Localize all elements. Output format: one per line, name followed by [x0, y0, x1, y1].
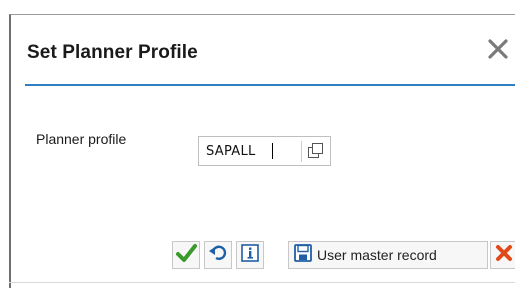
field-separator: [301, 141, 302, 162]
check-icon: [175, 242, 197, 269]
info-button[interactable]: [236, 241, 264, 269]
bottom-divider: [9, 282, 515, 283]
close-icon[interactable]: [485, 36, 511, 62]
continue-button[interactable]: [172, 241, 200, 269]
undo-button[interactable]: [204, 241, 232, 269]
dialog-title-bar: Set Planner Profile: [11, 15, 515, 85]
title-divider: [25, 84, 515, 86]
user-master-record-label: User master record: [317, 247, 437, 263]
set-planner-profile-dialog: Set Planner Profile Planner profile SAPA…: [9, 14, 515, 288]
cancel-icon: [495, 244, 513, 267]
text-cursor: [272, 143, 273, 159]
value-help-icon[interactable]: [306, 141, 326, 161]
dialog-title: Set Planner Profile: [27, 42, 198, 63]
planner-profile-label: Planner profile: [36, 131, 127, 147]
info-icon: [240, 243, 260, 268]
planner-profile-input[interactable]: SAPALL: [198, 136, 331, 166]
user-master-record-button[interactable]: User master record: [288, 241, 488, 269]
undo-icon: [208, 243, 228, 268]
planner-profile-value[interactable]: SAPALL: [206, 144, 256, 159]
cancel-button[interactable]: [490, 241, 515, 269]
save-icon: [293, 243, 313, 268]
